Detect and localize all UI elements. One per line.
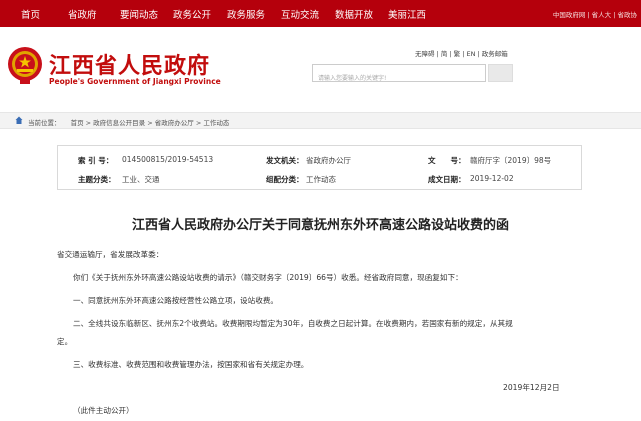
- breadcrumb-separator: >: [83, 119, 94, 127]
- article-paragraph-4: 三、收费标准、收费范围和收费管理办法，按国家和省有关规定办理。: [73, 360, 309, 369]
- nav-item-beautiful-jiangxi[interactable]: 美丽江西: [388, 7, 426, 21]
- home-icon: [15, 116, 23, 124]
- breadcrumb-item-work-news[interactable]: 工作动态: [203, 119, 229, 127]
- article-paragraph-2: 一、同意抚州东外环高速公路按经营性公路立项，设站收费。: [73, 296, 279, 305]
- nav-item-news[interactable]: 要闻动态: [120, 7, 158, 21]
- breadcrumb-prefix: 当前位置：: [28, 119, 61, 127]
- breadcrumb-separator: >: [193, 119, 204, 127]
- article-paragraph-1: 你们《关于抚州东外环高速公路设站收费的请示》（赣交财务字〔2019〕66号）收悉…: [73, 273, 463, 282]
- article-addressee: 省交通运输厅，省发展改革委：: [57, 250, 164, 259]
- nav-item-home[interactable]: 首页: [21, 7, 40, 21]
- breadcrumb-separator: >: [145, 119, 155, 127]
- document-metadata-table: 索 引 号： 014500815/2019-54513 发文机关： 省政府办公厅…: [57, 145, 582, 190]
- article-signing-date: 2019年12月2日: [503, 383, 560, 392]
- nav-item-gov-services[interactable]: 政务服务: [227, 7, 265, 21]
- breadcrumb: 当前位置： 首页 > 政府信息公开目录 > 省政府办公厅 > 工作动态: [28, 117, 229, 127]
- nav-item-provincial-gov[interactable]: 省政府: [68, 7, 97, 21]
- nav-item-gov-affairs-open[interactable]: 政务公开: [173, 7, 211, 21]
- site-subtitle: People's Government of Jiangxi Province: [49, 77, 221, 86]
- nav-item-open-data[interactable]: 数据开放: [335, 7, 373, 21]
- topic-category-value: 工业、交通: [122, 175, 160, 184]
- article-paragraph-3-line-2: 定。: [57, 337, 73, 346]
- nav-item-interaction[interactable]: 互动交流: [281, 7, 319, 21]
- topic-category-label: 主题分类：: [78, 175, 116, 184]
- breadcrumb-item-office[interactable]: 省政府办公厅: [155, 119, 194, 127]
- search-input[interactable]: [313, 70, 485, 87]
- index-number-value: 014500815/2019-54513: [122, 155, 214, 164]
- article-paragraph-3-line-1: 二、全线共设东临新区、抚州东2个收费站。收费期限均暂定为30年，自收费之日起计算…: [73, 319, 513, 328]
- site-title[interactable]: 江西省人民政府: [49, 48, 210, 80]
- search-box: [312, 64, 486, 87]
- top-nav-bar: 首页 省政府 要闻动态 政务公开 政务服务 互动交流 数据开放 美丽江西 中国政…: [0, 0, 641, 27]
- doc-number-label: 文 号：: [428, 156, 466, 165]
- top-right-links[interactable]: 中国政府网 | 省人大 | 省政协: [553, 9, 637, 19]
- breadcrumb-bar: 当前位置： 首页 > 政府信息公开目录 > 省政府办公厅 > 工作动态: [0, 112, 641, 129]
- national-emblem-icon: [8, 47, 42, 84]
- article-public-note: （此件主动公开）: [73, 406, 134, 415]
- article-title: 江西省人民政府办公厅关于同意抚州东外环高速公路设站收费的函: [131, 218, 509, 233]
- written-date-value: 2019-12-02: [470, 174, 514, 183]
- doc-number-value: 赣府厅字〔2019〕98号: [470, 156, 552, 165]
- issuing-org-value: 省政府办公厅: [306, 156, 351, 165]
- utility-links[interactable]: 无障碍 | 简 | 繁 | EN | 政务邮箱: [415, 48, 508, 58]
- written-date-label: 成文日期：: [428, 175, 466, 184]
- assembly-category-label: 组配分类：: [266, 175, 304, 184]
- issuing-org-label: 发文机关：: [266, 156, 304, 165]
- assembly-category-value: 工作动态: [306, 175, 336, 184]
- breadcrumb-item-home[interactable]: 首页: [71, 119, 84, 127]
- index-number-label: 索 引 号：: [78, 156, 114, 165]
- search-button[interactable]: [488, 64, 513, 82]
- breadcrumb-item-catalog[interactable]: 政府信息公开目录: [93, 119, 145, 127]
